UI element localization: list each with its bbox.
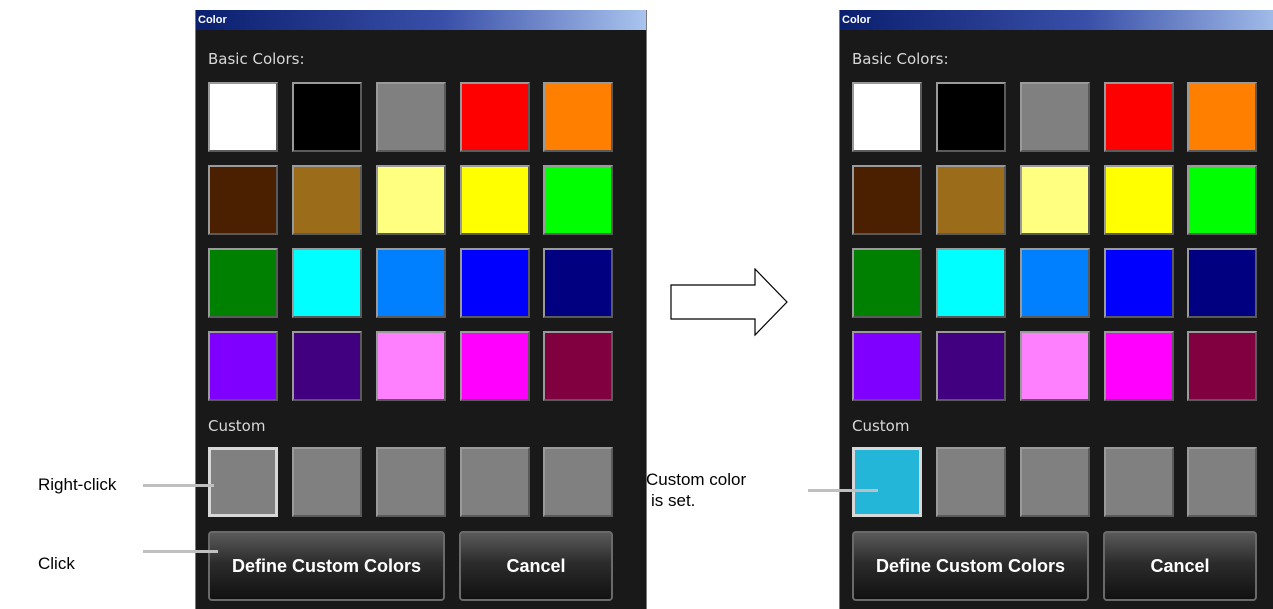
basic-color-swatch[interactable] <box>1020 82 1090 152</box>
basic-color-swatch[interactable] <box>376 82 446 152</box>
color-dialog-before: Color Basic Colors: Custom Define Custom… <box>195 10 647 609</box>
basic-color-swatch[interactable] <box>936 248 1006 318</box>
basic-color-swatch[interactable] <box>208 165 278 235</box>
basic-color-swatch[interactable] <box>1187 248 1257 318</box>
custom-color-swatch[interactable] <box>1104 447 1174 517</box>
custom-color-swatch[interactable] <box>460 447 530 517</box>
basic-color-swatch[interactable] <box>292 248 362 318</box>
basic-color-swatch[interactable] <box>1020 248 1090 318</box>
right-arrow-icon <box>670 268 788 337</box>
define-custom-colors-button[interactable]: Define Custom Colors <box>852 531 1089 601</box>
custom-color-swatch[interactable] <box>208 447 278 517</box>
basic-color-swatch[interactable] <box>376 165 446 235</box>
right-click-callout-line <box>143 484 214 487</box>
basic-color-swatch[interactable] <box>543 165 613 235</box>
basic-color-swatch[interactable] <box>852 82 922 152</box>
custom-color-swatch[interactable] <box>543 447 613 517</box>
basic-color-swatch[interactable] <box>1187 331 1257 401</box>
basic-color-swatch[interactable] <box>460 248 530 318</box>
basic-color-swatch[interactable] <box>208 82 278 152</box>
basic-color-swatch[interactable] <box>543 248 613 318</box>
dialog-title: Color <box>840 10 1273 30</box>
cancel-button[interactable]: Cancel <box>459 531 613 601</box>
cancel-button[interactable]: Cancel <box>1103 531 1257 601</box>
define-custom-colors-button[interactable]: Define Custom Colors <box>208 531 445 601</box>
custom-color-swatch[interactable] <box>292 447 362 517</box>
basic-color-swatch[interactable] <box>852 248 922 318</box>
basic-color-swatch[interactable] <box>292 82 362 152</box>
custom-color-swatch[interactable] <box>852 447 922 517</box>
custom-label: Custom <box>852 417 910 435</box>
custom-color-set-annotation-line2: is set. <box>651 491 696 510</box>
basic-color-swatch[interactable] <box>1104 331 1174 401</box>
dialog-title: Color <box>196 10 646 30</box>
click-annotation: Click <box>38 554 75 573</box>
custom-color-swatch[interactable] <box>1187 447 1257 517</box>
basic-color-swatch[interactable] <box>1104 82 1174 152</box>
basic-colors-label: Basic Colors: <box>852 50 949 68</box>
basic-color-swatch[interactable] <box>376 248 446 318</box>
basic-color-swatch[interactable] <box>852 165 922 235</box>
basic-color-swatch[interactable] <box>292 331 362 401</box>
basic-color-swatch[interactable] <box>1187 165 1257 235</box>
custom-label: Custom <box>208 417 266 435</box>
basic-color-swatch[interactable] <box>1020 165 1090 235</box>
custom-color-set-annotation-line1: Custom color <box>646 470 747 489</box>
custom-color-swatch[interactable] <box>1020 447 1090 517</box>
basic-color-swatch[interactable] <box>543 82 613 152</box>
basic-color-swatch[interactable] <box>460 165 530 235</box>
basic-color-swatch[interactable] <box>208 331 278 401</box>
right-click-annotation: Right-click <box>38 475 117 494</box>
basic-color-swatch[interactable] <box>460 82 530 152</box>
basic-color-swatch[interactable] <box>292 165 362 235</box>
basic-color-swatch[interactable] <box>1020 331 1090 401</box>
basic-color-swatch[interactable] <box>1104 248 1174 318</box>
basic-color-swatch[interactable] <box>936 331 1006 401</box>
basic-color-swatch[interactable] <box>460 331 530 401</box>
click-callout-line <box>143 550 218 553</box>
custom-color-callout-line <box>808 489 878 492</box>
basic-color-swatch[interactable] <box>1187 82 1257 152</box>
custom-color-swatch[interactable] <box>376 447 446 517</box>
basic-color-swatch[interactable] <box>936 82 1006 152</box>
basic-color-swatch[interactable] <box>208 248 278 318</box>
basic-color-swatch[interactable] <box>852 331 922 401</box>
color-dialog-after: Color Basic Colors: Custom Define Custom… <box>839 10 1273 609</box>
basic-colors-label: Basic Colors: <box>208 50 305 68</box>
custom-color-swatch[interactable] <box>936 447 1006 517</box>
basic-color-swatch[interactable] <box>376 331 446 401</box>
basic-color-swatch[interactable] <box>1104 165 1174 235</box>
basic-color-swatch[interactable] <box>543 331 613 401</box>
basic-color-swatch[interactable] <box>936 165 1006 235</box>
